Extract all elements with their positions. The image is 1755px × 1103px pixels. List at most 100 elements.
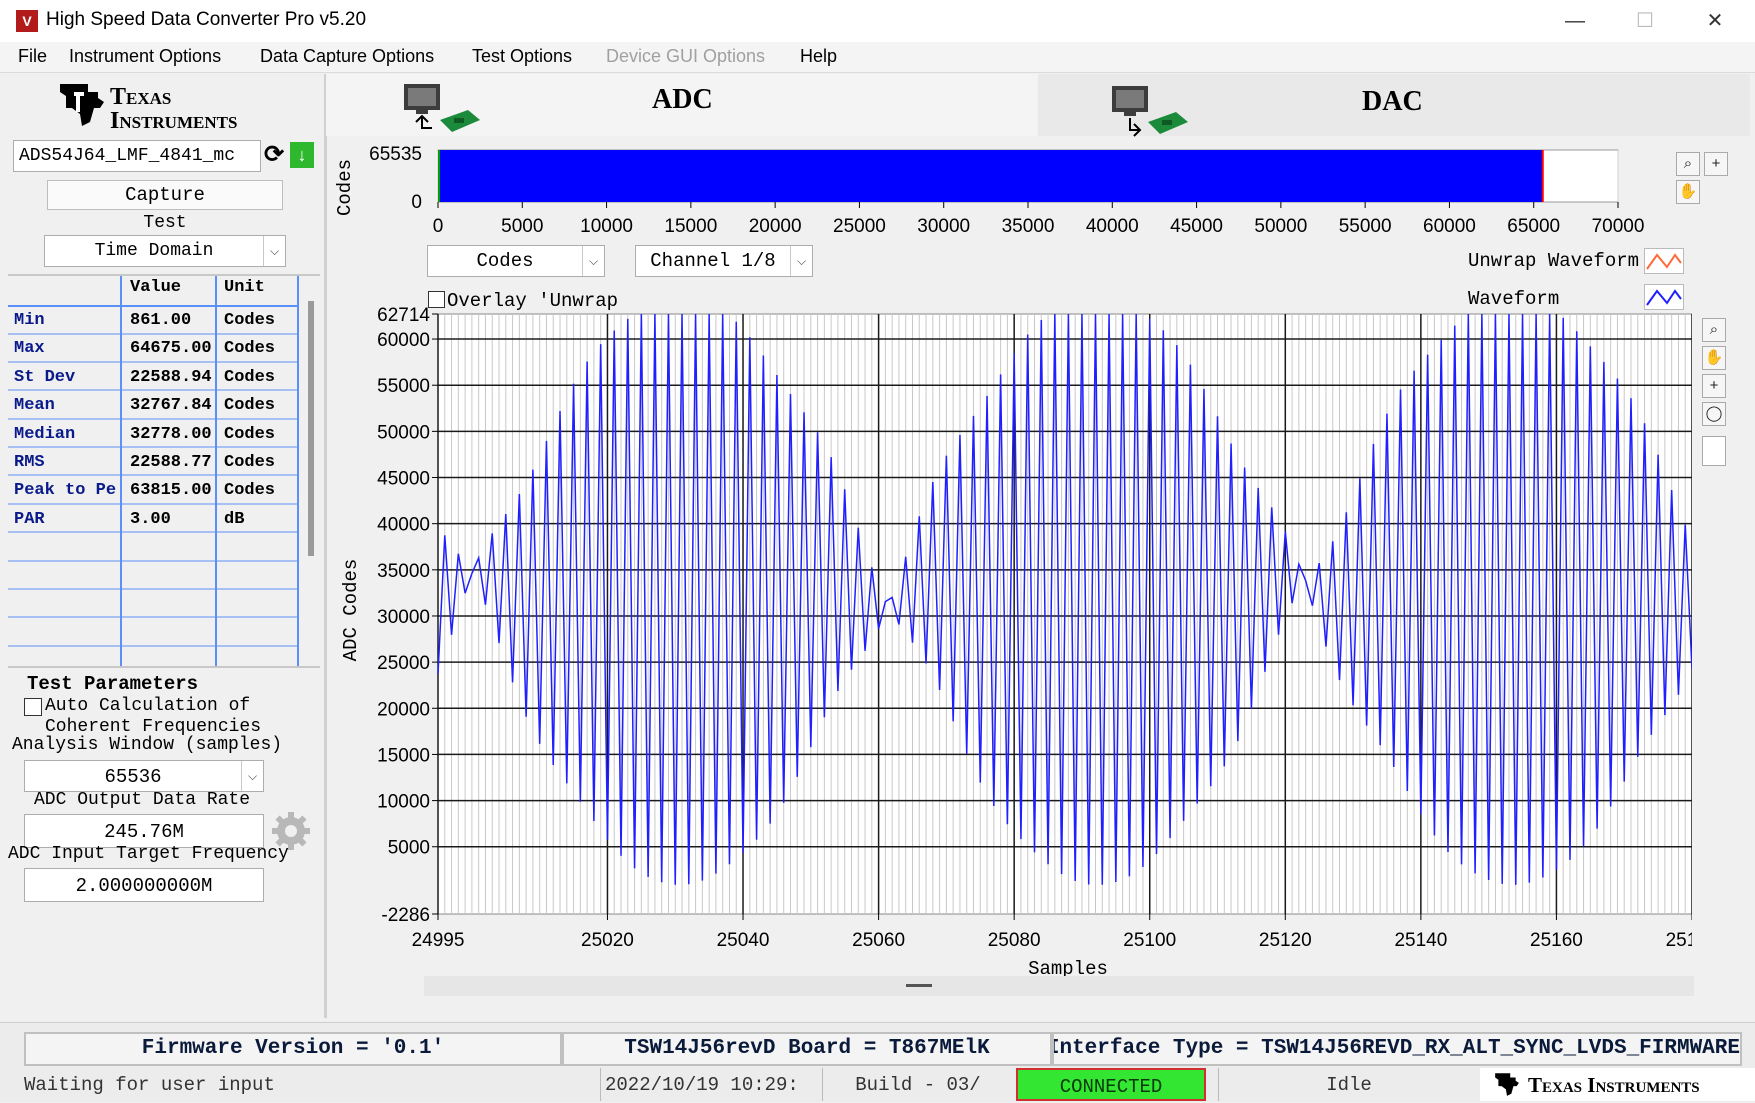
- app-icon: V: [16, 10, 38, 32]
- auto-calc-checkbox[interactable]: [24, 698, 42, 716]
- chevron-down-icon: ⌵: [263, 236, 285, 266]
- chevron-down-icon: ⌵: [241, 761, 263, 791]
- crosshair-icon[interactable]: +: [1704, 152, 1728, 176]
- analysis-window-value: 65536: [104, 766, 162, 788]
- close-button[interactable]: ✕: [1680, 4, 1750, 38]
- stat-name: Mean: [14, 396, 55, 415]
- menu-help[interactable]: Help: [800, 46, 837, 67]
- title-bar: V High Speed Data Converter Pro v5.20 — …: [0, 0, 1755, 43]
- ti-logo-line2: Instruments: [110, 108, 238, 134]
- stats-header-unit: Unit: [224, 278, 265, 297]
- maximize-button[interactable]: ☐: [1610, 4, 1680, 38]
- main-ylabel: ADC Codes: [340, 559, 362, 662]
- minimize-button[interactable]: —: [1540, 4, 1610, 38]
- auto-calc-label: Auto Calculation of Coherent Frequencies: [45, 696, 262, 736]
- stat-value: 22588.77: [130, 453, 212, 472]
- overview-xtick: 45000: [1170, 216, 1223, 237]
- computer-board-icon: [402, 80, 482, 136]
- input-freq-field[interactable]: 2.000000000M: [24, 868, 264, 902]
- overview-xtick: 40000: [1086, 216, 1139, 237]
- overview-xtick: 15000: [664, 216, 717, 237]
- ti-logo-line1: Texas: [110, 84, 172, 110]
- overview-ytick: 0: [411, 192, 422, 213]
- pan-hand-icon[interactable]: ✋: [1702, 346, 1726, 370]
- scroll-grip-icon[interactable]: [906, 984, 932, 987]
- connected-status: CONNECTED: [1016, 1068, 1206, 1101]
- capture-button[interactable]: Capture: [47, 180, 283, 210]
- footer-logo-text: Texas Instruments: [1528, 1073, 1700, 1097]
- main-waveform-chart[interactable]: 62714 60000 55000 50000 45000 40000 35000 30000…: [330, 300, 1718, 980]
- panel-splitter[interactable]: [324, 74, 327, 1018]
- horizontal-scrollbar[interactable]: [424, 976, 1694, 996]
- overview-xtick: 65000: [1507, 216, 1560, 237]
- menu-device-gui-options[interactable]: Device GUI Options: [606, 46, 765, 67]
- stat-name: St Dev: [14, 368, 76, 387]
- x-tick-label: 25040: [717, 930, 770, 951]
- x-tick-label: 25020: [581, 930, 634, 951]
- y-tick-label: 45000: [377, 469, 430, 490]
- stats-table: Value Unit Min 861.00 Codes Max 64675.00…: [8, 276, 318, 666]
- overview-xtick: 55000: [1339, 216, 1392, 237]
- firmware-status: Firmware Version = '0.1': [24, 1032, 562, 1066]
- test-params-title: Test Parameters: [27, 673, 199, 695]
- y-tick-label: 60000: [377, 330, 430, 351]
- x-tick-label: 25080: [988, 930, 1041, 951]
- overview-xtick: 30000: [917, 216, 970, 237]
- menu-instrument-options[interactable]: Instrument Options: [69, 46, 221, 67]
- pan-hand-icon[interactable]: ✋: [1676, 180, 1700, 204]
- window-title: High Speed Data Converter Pro v5.20: [46, 9, 367, 30]
- y-tick-label: 15000: [377, 745, 430, 766]
- test-select-value: Time Domain: [94, 241, 214, 261]
- x-tick-label: 25160: [1530, 930, 1583, 951]
- download-arrow-icon[interactable]: ↓: [290, 142, 314, 168]
- tab-dac[interactable]: DAC: [1038, 74, 1750, 138]
- divider: [8, 666, 320, 668]
- menu-bar: File Instrument Options Data Capture Opt…: [0, 42, 1755, 73]
- output-rate-field[interactable]: 245.76M: [24, 814, 264, 848]
- zoom-icon[interactable]: ⌕: [1676, 152, 1700, 176]
- menu-data-capture-options[interactable]: Data Capture Options: [260, 46, 434, 67]
- stat-value: 63815.00: [130, 481, 212, 500]
- y-tick-label: 5000: [388, 838, 430, 859]
- menu-file[interactable]: File: [18, 46, 47, 67]
- device-field[interactable]: ADS54J64_LMF_4841_mc: [13, 140, 261, 172]
- refresh-icon[interactable]: ⟳: [262, 142, 286, 170]
- tab-adc[interactable]: ADC: [326, 74, 1038, 136]
- units-select[interactable]: Codes ⌵: [427, 245, 605, 277]
- ti-logo-icon: [1490, 1070, 1524, 1098]
- blank-tool-icon[interactable]: [1702, 436, 1726, 466]
- computer-board-icon: [1110, 82, 1190, 138]
- stat-name: Max: [14, 339, 45, 358]
- tab-adc-label: ADC: [652, 84, 713, 115]
- zoom-icon[interactable]: ⌕: [1702, 318, 1726, 342]
- overview-xtick: 0: [433, 216, 444, 237]
- output-rate-label: ADC Output Data Rate: [34, 790, 251, 810]
- stat-value: 32767.84: [130, 396, 212, 415]
- stat-name: Median: [14, 425, 76, 444]
- legend-unwrap-swatch[interactable]: [1644, 248, 1684, 274]
- analysis-window-label: Analysis Window (samples): [12, 735, 283, 755]
- overview-chart[interactable]: Codes 65535 0 0 5000 10000 15000 20000 25000 3…: [330, 138, 1692, 248]
- crosshair-icon[interactable]: +: [1702, 374, 1726, 398]
- overview-xtick: 70000: [1592, 216, 1645, 237]
- stat-name: Peak to Pe: [14, 481, 117, 500]
- stat-name: Min: [14, 311, 45, 330]
- overview-fill-bar: [438, 150, 1543, 202]
- y-tick-label: 40000: [377, 515, 430, 536]
- stat-unit: Codes: [224, 339, 276, 358]
- overview-xtick: 60000: [1423, 216, 1476, 237]
- analysis-window-select[interactable]: 65536 ⌵: [24, 760, 264, 792]
- stat-unit: Codes: [224, 453, 276, 472]
- stat-unit: Codes: [224, 481, 276, 500]
- annotation-icon[interactable]: ◯: [1702, 402, 1726, 426]
- channel-select[interactable]: Channel 1/8 ⌵: [635, 245, 813, 277]
- stat-name: RMS: [14, 453, 45, 472]
- stat-value: 32778.00: [130, 425, 212, 444]
- test-select[interactable]: Time Domain ⌵: [44, 235, 286, 267]
- y-tick-label: -2286: [381, 905, 430, 926]
- stat-value: 22588.94: [130, 368, 212, 387]
- menu-test-options[interactable]: Test Options: [472, 46, 572, 67]
- stat-value: 861.00: [130, 311, 192, 330]
- x-tick-label: 25180: [1666, 930, 1692, 951]
- overview-ytick: 65535: [369, 144, 422, 165]
